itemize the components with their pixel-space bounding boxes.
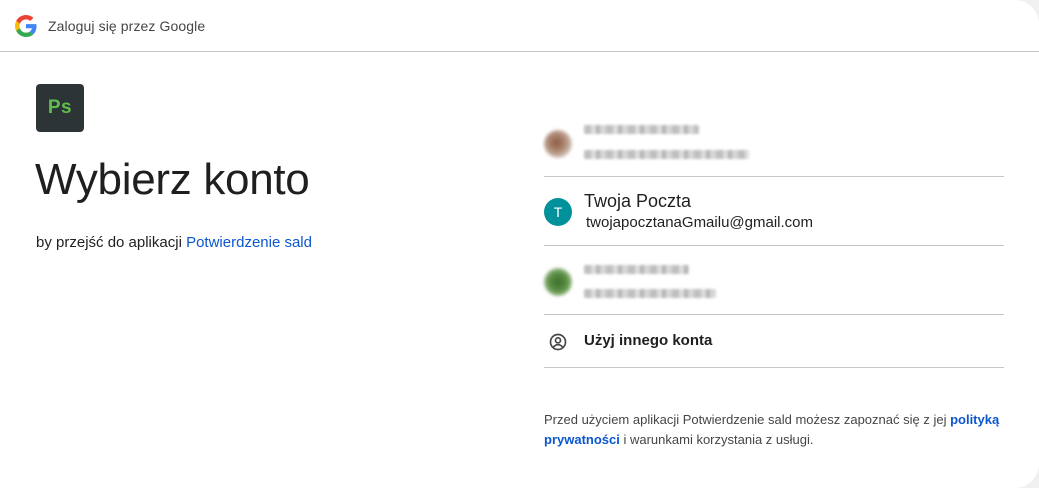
account-row-blurred-1[interactable]: [544, 108, 1004, 177]
account-name: Twoja Poczta: [584, 191, 692, 211]
blurred-name: [584, 265, 689, 274]
blurred-email: [584, 289, 716, 298]
use-another-account-label: Użyj innego konta: [584, 332, 713, 349]
blurred-name: [584, 125, 699, 134]
privacy-notice-suffix: i warunkami korzystania z usługi.: [619, 432, 814, 447]
photo-avatar: [544, 130, 572, 158]
account-email: twojapocztanaGmailu@gmail.com: [586, 214, 813, 231]
account-circle-icon: [549, 333, 567, 351]
app-name-link[interactable]: Potwierdzenie sald: [186, 234, 312, 251]
privacy-notice: Przed użyciem aplikacji Potwierdzenie sa…: [544, 410, 1014, 450]
app-icon-text: Ps: [47, 97, 73, 118]
photo-avatar: [544, 268, 572, 296]
subtitle: by przejść do aplikacji Potwierdzenie sa…: [36, 234, 312, 251]
sign-in-card: Zaloguj się przez Google Ps Wybierz kont…: [0, 0, 1039, 488]
account-row-twoja-poczta[interactable]: T Twoja Poczta twojapocztanaGmailu@gmail…: [544, 177, 1004, 246]
app-icon: Ps: [36, 84, 84, 132]
account-list: T Twoja Poczta twojapocztanaGmailu@gmail…: [544, 108, 1004, 368]
account-row-blurred-2[interactable]: [544, 246, 1004, 315]
use-another-account-button[interactable]: Użyj innego konta: [544, 315, 1004, 368]
privacy-notice-prefix: Przed użyciem aplikacji Potwierdzenie sa…: [544, 412, 951, 427]
top-bar: Zaloguj się przez Google: [0, 0, 1039, 52]
page-title: Wybierz konto: [35, 155, 310, 204]
topbar-title: Zaloguj się przez Google: [48, 17, 206, 34]
subtitle-prefix: by przejść do aplikacji: [36, 234, 187, 251]
blurred-email: [584, 150, 749, 159]
google-g-icon: [15, 14, 37, 37]
letter-avatar: T: [544, 198, 572, 226]
